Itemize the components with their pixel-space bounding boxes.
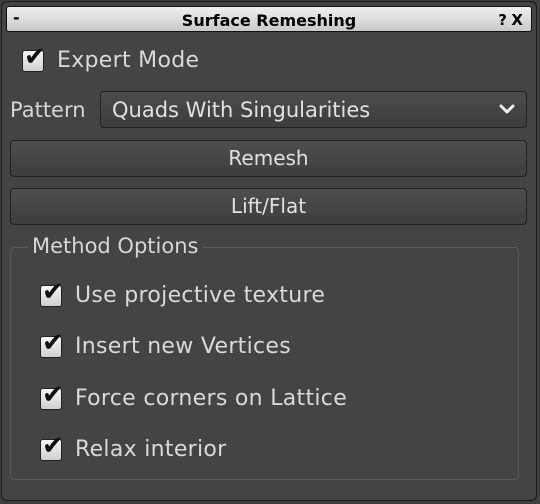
expert-mode-option[interactable]: ✔ Expert Mode [22, 44, 200, 73]
help-button[interactable]: ? [498, 11, 507, 29]
window-title: Surface Remeshing [181, 11, 357, 30]
use-projective-texture-checkbox[interactable]: ✔ [40, 279, 64, 307]
lift-flat-button[interactable]: Lift/Flat [10, 188, 527, 225]
insert-new-vertices-label: Insert new Vertices [75, 334, 292, 359]
expert-mode-checkbox[interactable]: ✔ [22, 44, 46, 72]
force-corners-on-lattice-checkbox[interactable]: ✔ [40, 382, 64, 410]
remesh-button[interactable]: Remesh [10, 140, 527, 177]
checkmark-icon: ✔ [42, 276, 64, 307]
relax-interior-label: Relax interior [75, 437, 227, 462]
method-options-title: Method Options [28, 234, 203, 258]
option-force-corners-on-lattice[interactable]: ✔ Force corners on Lattice [40, 382, 348, 411]
title-bar[interactable]: - Surface Remeshing ? X [6, 6, 532, 32]
option-relax-interior[interactable]: ✔ Relax interior [40, 433, 227, 462]
pattern-selected-value: Quads With Singularities [112, 98, 371, 122]
checkmark-icon: ✔ [42, 430, 64, 461]
pattern-dropdown[interactable]: Quads With Singularities [100, 91, 527, 128]
option-insert-new-vertices[interactable]: ✔ Insert new Vertices [40, 330, 292, 359]
option-use-projective-texture[interactable]: ✔ Use projective texture [40, 279, 326, 308]
pattern-label: Pattern [10, 98, 86, 122]
close-button[interactable]: X [511, 11, 523, 29]
insert-new-vertices-checkbox[interactable]: ✔ [40, 330, 64, 358]
expert-mode-label: Expert Mode [57, 48, 200, 73]
checkmark-icon: ✔ [42, 327, 64, 358]
relax-interior-checkbox[interactable]: ✔ [40, 433, 64, 461]
force-corners-on-lattice-label: Force corners on Lattice [75, 386, 348, 411]
checkmark-icon: ✔ [24, 41, 46, 72]
use-projective-texture-label: Use projective texture [75, 283, 326, 308]
chevron-down-icon [499, 104, 515, 114]
checkmark-icon: ✔ [42, 379, 64, 410]
